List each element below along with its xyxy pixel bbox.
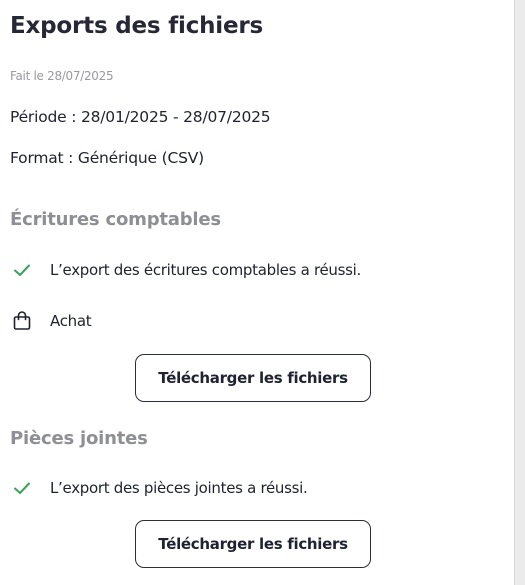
download-accounting-files-button[interactable]: Télécharger les fichiers xyxy=(135,354,371,402)
accounting-export-status-text: L’export des écritures comptables a réus… xyxy=(50,261,361,279)
check-icon xyxy=(10,476,34,500)
download-attachments-button[interactable]: Télécharger les fichiers xyxy=(135,520,371,568)
journal-item-label: Achat xyxy=(50,312,92,330)
scrollbar-track[interactable] xyxy=(515,0,525,585)
section-title-attachments: Pièces jointes xyxy=(10,428,148,449)
export-format: Format : Générique (CSV) xyxy=(10,149,204,167)
attachments-export-status: L’export des pièces jointes a réussi. xyxy=(10,475,308,501)
page-title: Exports des fichiers xyxy=(10,13,264,39)
export-period: Période : 28/01/2025 - 28/07/2025 xyxy=(10,108,271,126)
shopping-bag-icon xyxy=(10,309,34,333)
accounting-export-status: L’export des écritures comptables a réus… xyxy=(10,257,361,283)
done-date: Fait le 28/07/2025 xyxy=(10,69,114,83)
export-panel: Exports des fichiers Fait le 28/07/2025 … xyxy=(0,0,515,585)
journal-item-purchase: Achat xyxy=(10,308,92,334)
section-title-accounting-entries: Écritures comptables xyxy=(10,209,221,230)
check-icon xyxy=(10,258,34,282)
attachments-export-status-text: L’export des pièces jointes a réussi. xyxy=(50,479,308,497)
